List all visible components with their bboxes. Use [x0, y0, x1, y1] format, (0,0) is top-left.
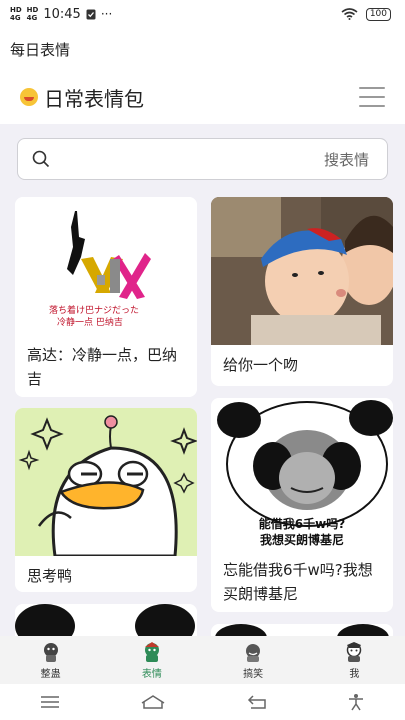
battery-icon: 100 — [365, 7, 391, 21]
signal-indicator-2: HD 4G — [26, 6, 39, 22]
notification-icon — [86, 9, 96, 19]
recents-menu-icon[interactable] — [40, 695, 60, 709]
accessibility-icon[interactable] — [347, 693, 365, 711]
meme-image — [15, 408, 197, 556]
funny-icon — [246, 643, 261, 662]
meme-caption: 给你一个吻 — [223, 356, 299, 374]
tab-label: 我 — [349, 668, 360, 680]
prank-icon — [43, 642, 58, 662]
signal-indicator-1: HD 4G — [10, 6, 22, 22]
app-title-bar: 每日表情 — [0, 28, 405, 70]
status-bar: HD 4G HD 4G 10:45 ··· 100 — [0, 0, 405, 28]
bottom-nav: 整蛊 表情 搞笑 我 — [0, 636, 405, 684]
tab-label: 表情 — [141, 668, 162, 680]
menu-icon[interactable] — [359, 87, 385, 107]
app-title: 每日表情 — [10, 40, 71, 59]
meme-caption: 高达：冷静一点，巴纳吉 — [27, 346, 178, 388]
tab-stickers[interactable]: 表情 — [101, 636, 202, 684]
meme-caption: 忘能借我6千w吗?我想买朗博基尼 — [223, 561, 373, 603]
tab-label: 整蛊 — [40, 668, 61, 680]
meme-card[interactable]: 落ち着け巴ナジだった 冷静一点 巴纳吉 高达：冷静一点，巴纳吉 — [15, 197, 197, 397]
tab-funny[interactable]: 搞笑 — [203, 636, 304, 684]
meme-image: 落ち着け巴ナジだった 冷静一点 巴纳吉 — [15, 197, 197, 339]
meme-image: 能借我6千w吗? 我想买朗博基尼 — [211, 398, 393, 550]
search-input[interactable]: 搜表情 — [17, 138, 388, 180]
wifi-icon — [341, 8, 358, 20]
meme-image — [211, 197, 393, 345]
svg-text:落ち着け巴ナジだった: 落ち着け巴ナジだった — [49, 304, 139, 316]
header: 日常表情包 — [0, 70, 405, 124]
system-navigation-bar — [0, 684, 405, 720]
svg-text:我想买朗博基尼: 我想买朗博基尼 — [260, 532, 344, 547]
tab-label: 搞笑 — [243, 668, 264, 680]
svg-text:能借我6千w吗?: 能借我6千w吗? — [259, 516, 345, 531]
more-dots: ··· — [100, 7, 113, 21]
smiley-logo-icon — [20, 88, 38, 106]
meme-caption: 思考鸭 — [27, 567, 73, 585]
page-title: 日常表情包 — [44, 86, 144, 111]
meme-card[interactable]: 给你一个吻 — [211, 197, 393, 386]
svg-text:冷静一点 巴纳吉: 冷静一点 巴纳吉 — [57, 316, 123, 328]
meme-card[interactable]: 能借我6千w吗? 我想买朗博基尼 忘能借我6千w吗?我想买朗博基尼 — [211, 398, 393, 612]
meme-card[interactable]: 思考鸭 — [15, 408, 197, 592]
search-placeholder: 搜表情 — [323, 150, 369, 169]
status-time: 10:45 — [43, 6, 81, 22]
tab-prank[interactable]: 整蛊 — [0, 636, 101, 684]
home-icon[interactable] — [140, 694, 166, 710]
profile-icon — [347, 641, 362, 662]
search-icon — [32, 150, 50, 168]
back-icon[interactable] — [247, 694, 267, 710]
stickers-icon — [144, 641, 159, 662]
tab-me[interactable]: 我 — [304, 636, 405, 684]
